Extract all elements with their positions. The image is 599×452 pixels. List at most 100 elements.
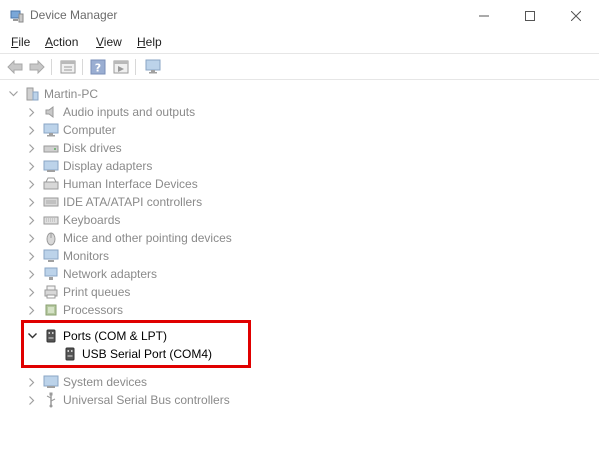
menu-file-rest: ile [18, 35, 31, 49]
tree-item-label: Human Interface Devices [63, 177, 198, 191]
tree-item[interactable]: Disk drives [26, 139, 122, 157]
minimize-button[interactable] [461, 0, 507, 31]
processor-icon [43, 302, 59, 318]
properties-icon [60, 60, 76, 74]
tree-item[interactable]: Display adapters [26, 157, 152, 175]
back-button[interactable] [5, 58, 25, 76]
menu-action[interactable]: Action [45, 35, 78, 49]
tree-root-label: Martin-PC [44, 87, 99, 101]
tree-item[interactable]: Mice and other pointing devices [26, 229, 232, 247]
chevron-right-icon[interactable] [26, 391, 38, 409]
network-adapter-icon [43, 266, 59, 282]
tree-root[interactable]: Martin-PC [7, 85, 98, 103]
monitor-icon [43, 248, 59, 264]
tree-item-label: System devices [63, 375, 148, 389]
toolbar-separator [135, 59, 136, 75]
toolbar-separator [51, 59, 52, 75]
help-icon: ? [90, 59, 106, 75]
chevron-right-icon[interactable] [26, 157, 38, 175]
tree-item[interactable]: Print queues [26, 283, 130, 301]
tree-item[interactable]: Computer [26, 121, 116, 139]
computer-icon [24, 86, 40, 102]
printer-icon [43, 284, 59, 300]
maximize-button[interactable] [507, 0, 553, 31]
tree-item-label: Display adapters [63, 159, 153, 173]
tree-item-label: Keyboards [63, 213, 121, 227]
chevron-right-icon[interactable] [26, 265, 38, 283]
close-icon [571, 10, 581, 21]
system-devices-icon [43, 374, 59, 390]
menu-file[interactable]: File [11, 35, 30, 49]
chevron-down-icon[interactable] [7, 85, 19, 103]
toolbar-separator [82, 59, 83, 75]
monitor-icon [145, 59, 161, 74]
tree-item[interactable]: Monitors [26, 247, 109, 265]
usb-icon [43, 392, 59, 408]
chevron-right-icon[interactable] [26, 247, 38, 265]
keyboard-icon [43, 212, 59, 228]
tree-item[interactable]: Universal Serial Bus controllers [26, 391, 230, 409]
tree-item[interactable]: Network adapters [26, 265, 157, 283]
device-manager-icon [10, 10, 24, 23]
minimize-icon [479, 15, 489, 16]
show-hidden-icon [113, 60, 129, 74]
tree-item-label: Disk drives [63, 141, 122, 155]
chevron-right-icon[interactable] [26, 229, 38, 247]
tree-item-label: Universal Serial Bus controllers [63, 393, 230, 407]
forward-button[interactable] [27, 58, 47, 76]
properties-button[interactable] [58, 58, 78, 76]
menu-view[interactable]: View [96, 35, 122, 49]
tree-item[interactable]: Audio inputs and outputs [26, 103, 195, 121]
display-adapter-icon [43, 158, 59, 174]
chevron-right-icon[interactable] [26, 283, 38, 301]
tree-item-label: IDE ATA/ATAPI controllers [63, 195, 203, 209]
tree-item-label: Computer [63, 123, 116, 137]
chevron-right-icon[interactable] [26, 301, 38, 319]
disk-drive-icon [43, 140, 59, 156]
speaker-icon [43, 104, 59, 120]
show-hidden-button[interactable] [111, 58, 131, 76]
menu-action-rest: ction [53, 35, 79, 49]
tree-item-label: Monitors [63, 249, 110, 263]
menu-view-key: V [96, 35, 104, 49]
maximize-icon [525, 10, 535, 21]
title-bar: Device Manager [0, 0, 599, 31]
highlight-box [21, 320, 251, 368]
chevron-right-icon[interactable] [26, 139, 38, 157]
menu-help[interactable]: Help [137, 35, 162, 49]
chevron-right-icon[interactable] [26, 103, 38, 121]
close-button[interactable] [553, 0, 599, 31]
chevron-right-icon[interactable] [26, 211, 38, 229]
tree-item-label: Mice and other pointing devices [63, 231, 232, 245]
tree-item[interactable]: System devices [26, 373, 147, 391]
menu-help-rest: elp [145, 35, 162, 49]
help-button[interactable]: ? [88, 58, 108, 76]
menu-bar: File Action View Help [0, 31, 599, 53]
tree-item[interactable]: Human Interface Devices [26, 175, 198, 193]
mouse-icon [43, 230, 59, 246]
menu-help-key: H [137, 35, 146, 49]
tree-item-label: Processors [63, 303, 124, 317]
chevron-right-icon[interactable] [26, 175, 38, 193]
tree-item[interactable]: Keyboards [26, 211, 120, 229]
menu-view-rest: iew [103, 35, 122, 49]
tree-item-label: Network adapters [63, 267, 158, 281]
device-tree: Martin-PC Ports (COM & LPT) USB Serial P… [0, 82, 599, 452]
ide-controller-icon [43, 194, 59, 210]
tree-item[interactable]: IDE ATA/ATAPI controllers [26, 193, 202, 211]
forward-arrow-icon [29, 60, 45, 74]
chevron-right-icon[interactable] [26, 373, 38, 391]
chevron-right-icon[interactable] [26, 193, 38, 211]
chevron-right-icon[interactable] [26, 121, 38, 139]
back-arrow-icon [7, 60, 23, 74]
toolbar: ? [0, 53, 599, 80]
computer-icon [43, 122, 59, 138]
tree-item-label: Audio inputs and outputs [63, 105, 196, 119]
scan-hardware-button[interactable] [143, 58, 163, 76]
hid-icon [43, 176, 59, 192]
window-title: Device Manager [30, 8, 118, 22]
svg-text:?: ? [95, 62, 101, 75]
tree-item-label: Print queues [63, 285, 131, 299]
menu-action-key: A [45, 35, 54, 49]
tree-item[interactable]: Processors [26, 301, 123, 319]
